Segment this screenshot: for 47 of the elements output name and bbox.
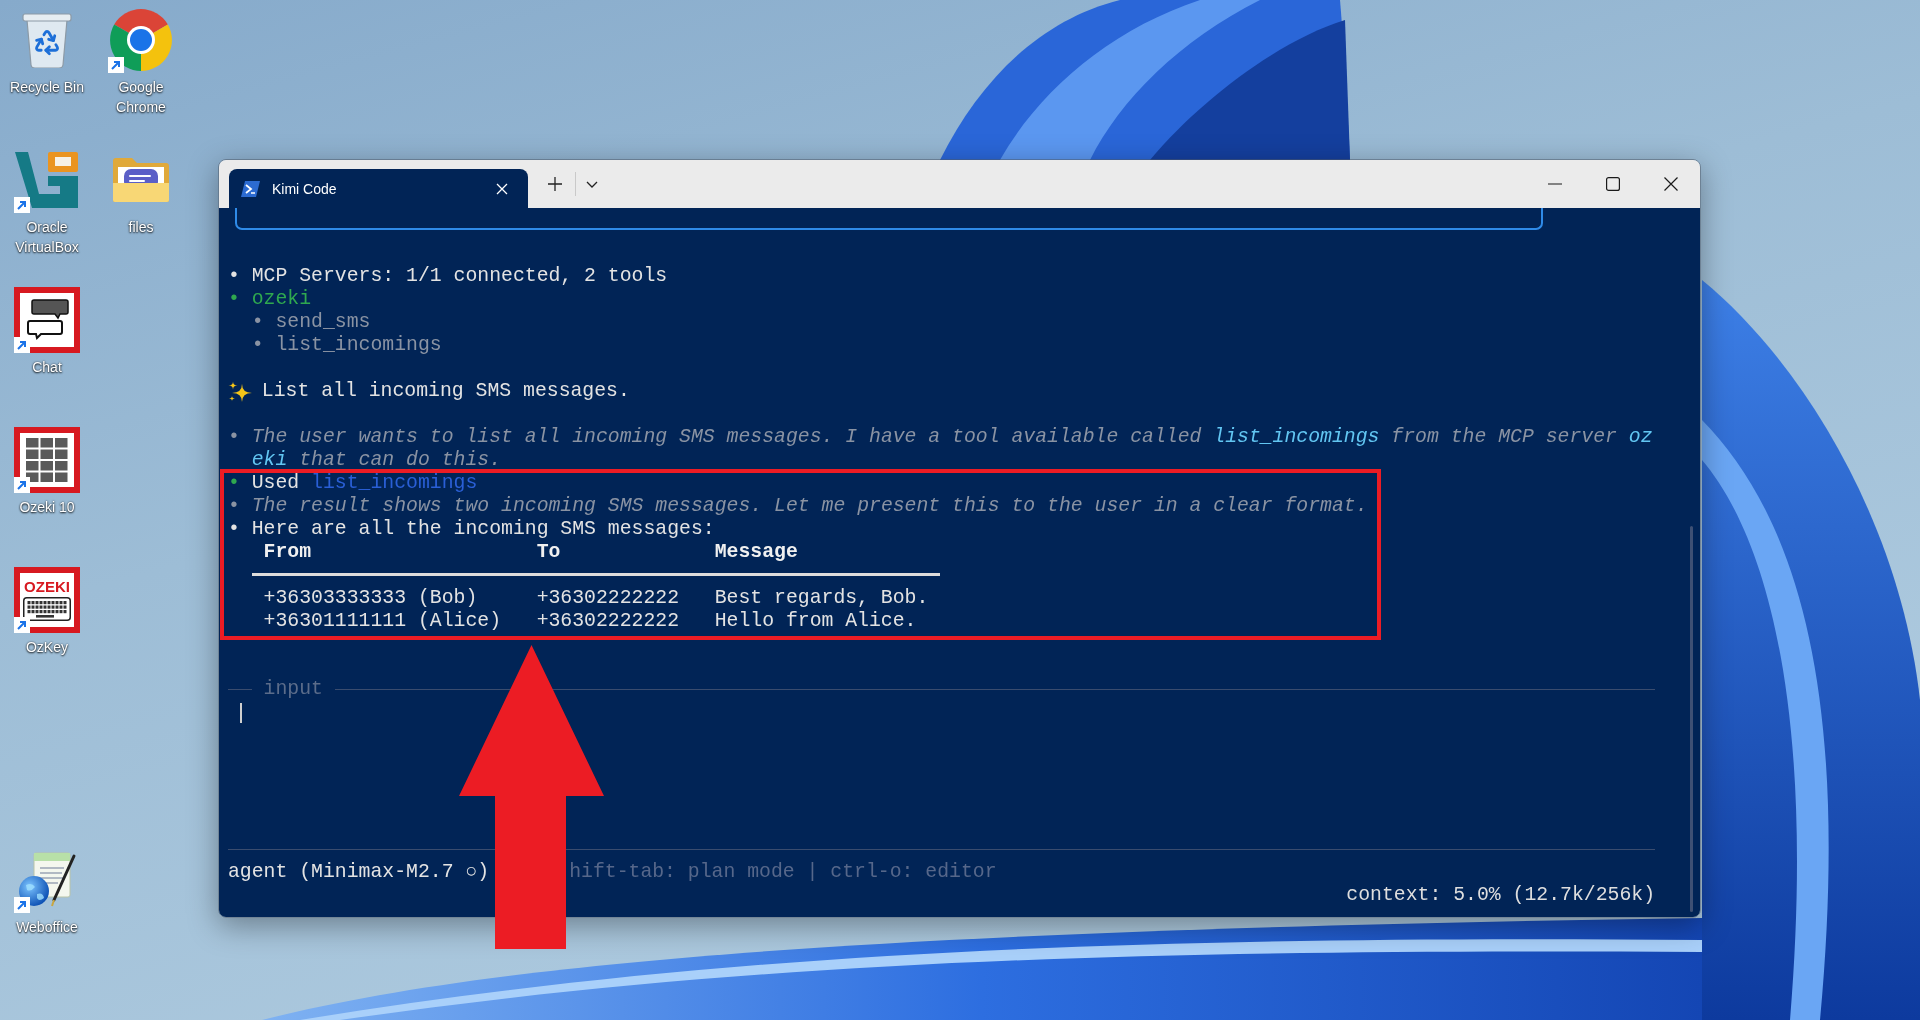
plus-icon[interactable]	[548, 177, 562, 191]
bullet: •	[228, 288, 240, 311]
column-header: To	[536, 541, 561, 564]
table-cell: +36302222222	[536, 587, 680, 610]
field-label: input	[263, 678, 323, 701]
tool-name: send_sms	[275, 311, 371, 334]
column-header: From	[263, 541, 312, 564]
bullet: •	[228, 265, 240, 288]
agent-mode-text: agent (Minimax-M2.7 ○)	[228, 861, 490, 884]
dialpad-icon	[14, 427, 80, 493]
tool-name: list_incomings	[275, 334, 442, 357]
maximize-icon[interactable]	[1606, 177, 1620, 191]
bullet: •	[251, 311, 264, 334]
table-cell: +36302222222	[536, 610, 680, 633]
bullet: •	[228, 426, 240, 449]
chat-bubbles-icon	[14, 287, 80, 353]
bullet: •	[228, 518, 240, 541]
globe-document-icon	[18, 852, 76, 908]
table-cell: +36301111111 (Alice)	[263, 610, 502, 633]
context-usage-text: context: 5.0% (12.7k/256k)	[1346, 884, 1655, 907]
text-cursor	[240, 703, 242, 723]
chevron-down-icon[interactable]	[586, 180, 598, 188]
terminal-icon	[241, 180, 260, 197]
bullet: •	[251, 334, 264, 357]
scrollbar-thumb[interactable]	[1690, 526, 1693, 912]
logo-text: OZEKI	[24, 579, 70, 594]
key-hints-text: hift-tab: plan mode | ctrl-o: editor	[569, 861, 997, 884]
status-text: MCP Servers: 1/1 connected, 2 tools	[251, 265, 668, 288]
table-cell: +36303333333 (Bob)	[263, 587, 478, 610]
folder-icon	[112, 157, 170, 203]
server-name: ozeki	[251, 288, 312, 311]
keyboard-icon	[23, 597, 71, 621]
table-cell: Best regards, Bob.	[714, 587, 929, 610]
close-icon[interactable]	[1664, 177, 1678, 191]
bullet: •	[228, 472, 240, 495]
column-header: Message	[714, 541, 798, 564]
user-prompt: List all incoming SMS messages.	[261, 380, 630, 403]
app-logo-icon	[14, 150, 80, 210]
table-cell: Hello from Alice.	[714, 610, 917, 633]
tool-call-text: Used list_incomings	[251, 472, 478, 495]
browser-icon	[109, 8, 173, 72]
terminal-tab[interactable]: Kimi Code	[229, 169, 528, 208]
thinking-text: The user wants to list all incoming SMS messages. I have a tool available called list_incomings from the MCP server ozeki that can do this.	[251, 426, 1654, 472]
answer-text: Here are all the incoming SMS messages:	[251, 518, 715, 541]
bullet: •	[228, 495, 240, 518]
recycle-bin-icon	[22, 12, 72, 68]
thinking-text: The result shows two incoming SMS messages. Let me present this to the user in a clear format.	[251, 495, 1369, 518]
